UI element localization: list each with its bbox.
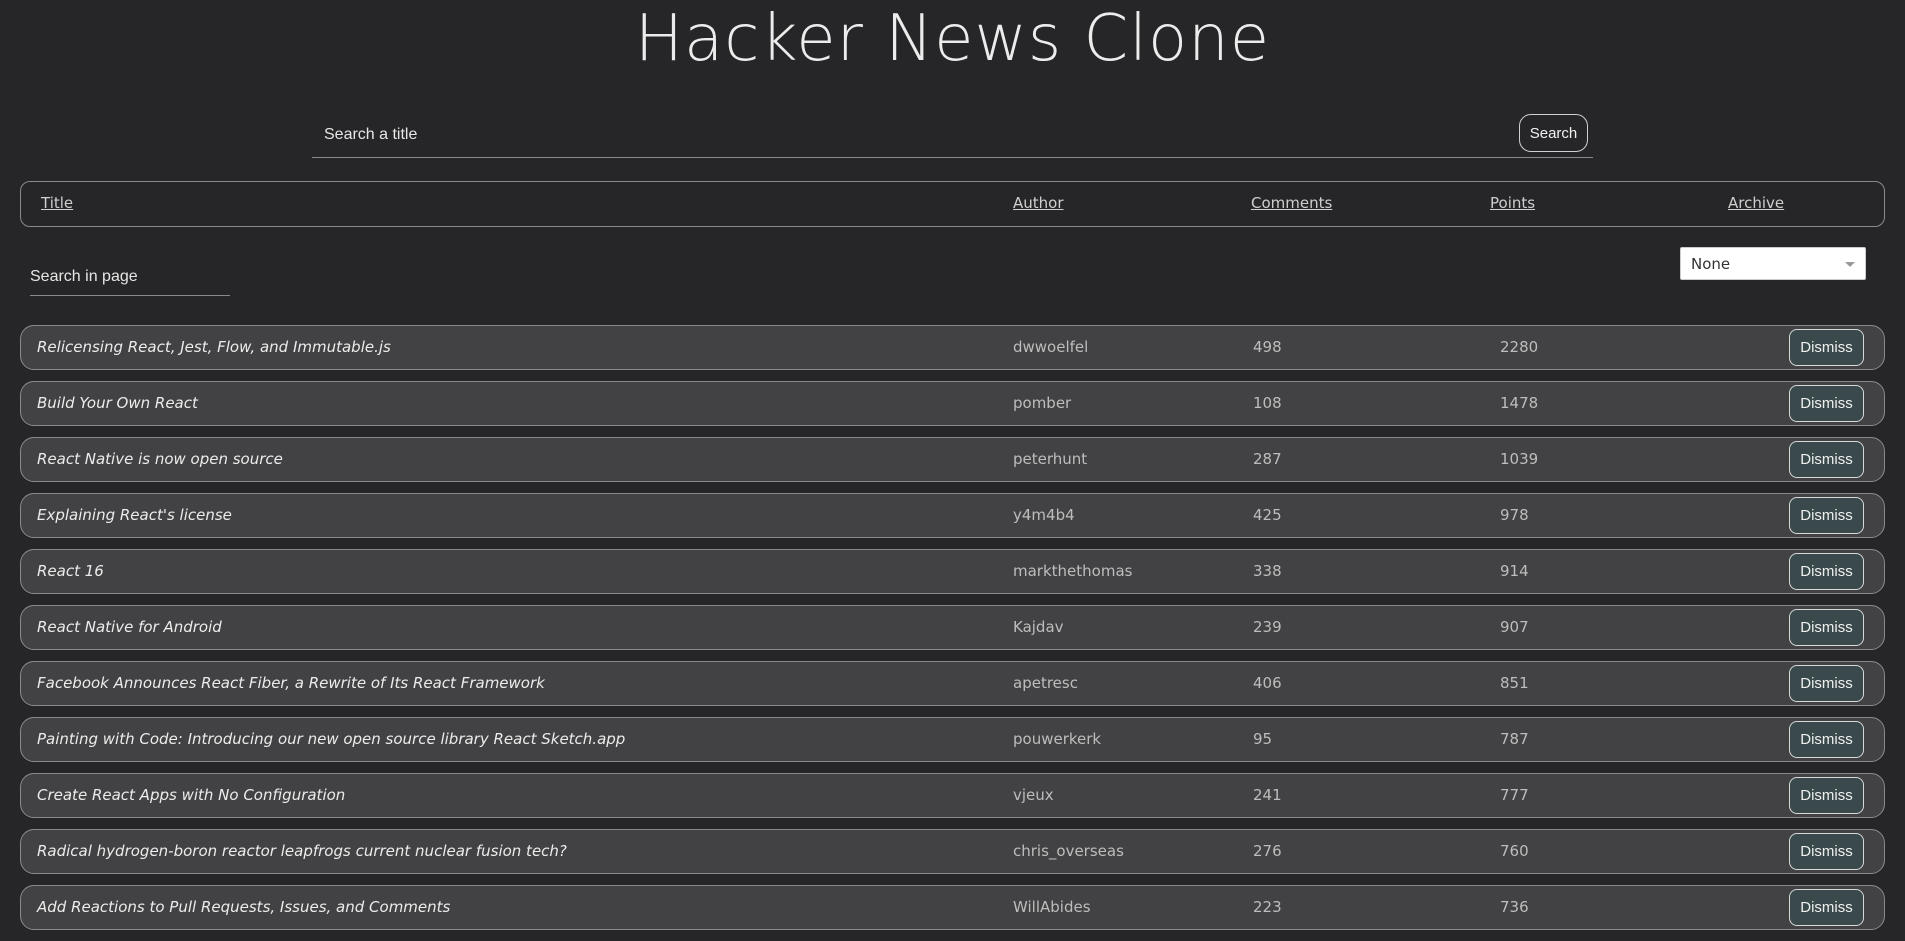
sort-select[interactable]: None <box>1680 247 1866 280</box>
story-points: 851 <box>1500 674 1529 692</box>
dismiss-button[interactable]: Dismiss <box>1789 553 1864 590</box>
story-row: React Native for Android Kajdav 239 907 … <box>20 605 1885 650</box>
dismiss-button[interactable]: Dismiss <box>1789 889 1864 926</box>
dismiss-button[interactable]: Dismiss <box>1789 665 1864 702</box>
story-author: Kajdav <box>1013 618 1064 636</box>
page-search <box>30 258 230 296</box>
page-title: Hacker News Clone <box>634 2 1271 76</box>
story-row: Create React Apps with No Configuration … <box>20 773 1885 818</box>
story-comments: 241 <box>1253 786 1282 804</box>
story-comments: 239 <box>1253 618 1282 636</box>
story-author: vjeux <box>1013 786 1054 804</box>
story-author: peterhunt <box>1013 450 1088 468</box>
story-author: dwwoelfel <box>1013 338 1089 356</box>
story-title[interactable]: Build Your Own React <box>37 394 198 412</box>
story-points: 1478 <box>1500 394 1539 412</box>
header-title-link[interactable]: Title <box>41 194 73 212</box>
story-title[interactable]: Radical hydrogen-boron reactor leapfrogs… <box>37 842 567 860</box>
story-author: WillAbides <box>1013 898 1091 916</box>
story-points: 978 <box>1500 506 1529 524</box>
dismiss-button[interactable]: Dismiss <box>1789 833 1864 870</box>
search-button[interactable]: Search <box>1519 114 1588 152</box>
story-points: 914 <box>1500 562 1529 580</box>
dismiss-button[interactable]: Dismiss <box>1789 385 1864 422</box>
header-author-link[interactable]: Author <box>1013 194 1064 212</box>
story-row: Build Your Own React pomber 108 1478 Dis… <box>20 381 1885 426</box>
story-comments: 223 <box>1253 898 1282 916</box>
story-list: Relicensing React, Jest, Flow, and Immut… <box>20 325 1885 941</box>
story-points: 907 <box>1500 618 1529 636</box>
story-row: Explaining React's license y4m4b4 425 97… <box>20 493 1885 538</box>
story-author: pouwerkerk <box>1013 730 1102 748</box>
story-title[interactable]: React Native for Android <box>37 618 222 636</box>
header-archive-link[interactable]: Archive <box>1728 194 1784 212</box>
story-points: 760 <box>1500 842 1529 860</box>
story-comments: 338 <box>1253 562 1282 580</box>
story-comments: 276 <box>1253 842 1282 860</box>
story-row: Facebook Announces React Fiber, a Rewrit… <box>20 661 1885 706</box>
story-author: y4m4b4 <box>1013 506 1075 524</box>
story-row: React 16 markthethomas 338 914 Dismiss <box>20 549 1885 594</box>
story-title[interactable]: React Native is now open source <box>37 450 283 468</box>
story-row: Add Reactions to Pull Requests, Issues, … <box>20 885 1885 930</box>
story-comments: 287 <box>1253 450 1282 468</box>
story-row: Relicensing React, Jest, Flow, and Immut… <box>20 325 1885 370</box>
header-comments-link[interactable]: Comments <box>1251 194 1332 212</box>
story-row: Radical hydrogen-boron reactor leapfrogs… <box>20 829 1885 874</box>
header-points-link[interactable]: Points <box>1490 194 1535 212</box>
story-title[interactable]: Explaining React's license <box>37 506 232 524</box>
story-comments: 95 <box>1253 730 1273 748</box>
story-points: 736 <box>1500 898 1529 916</box>
dismiss-button[interactable]: Dismiss <box>1789 721 1864 758</box>
story-points: 1039 <box>1500 450 1539 468</box>
story-author: apetresc <box>1013 674 1078 692</box>
story-row: Painting with Code: Introducing our new … <box>20 717 1885 762</box>
story-author: markthethomas <box>1013 562 1133 580</box>
story-row: React Native is now open source peterhun… <box>20 437 1885 482</box>
page-search-input[interactable] <box>30 262 230 292</box>
story-points: 787 <box>1500 730 1529 748</box>
search-bar: Search <box>312 108 1593 158</box>
story-comments: 498 <box>1253 338 1282 356</box>
dismiss-button[interactable]: Dismiss <box>1789 777 1864 814</box>
story-title[interactable]: React 16 <box>37 562 104 580</box>
table-header: Title Author Comments Points Archive <box>20 181 1885 227</box>
story-points: 2280 <box>1500 338 1539 356</box>
story-comments: 108 <box>1253 394 1282 412</box>
story-comments: 406 <box>1253 674 1282 692</box>
story-title[interactable]: Relicensing React, Jest, Flow, and Immut… <box>37 338 391 356</box>
story-author: chris_overseas <box>1013 842 1124 860</box>
chevron-down-icon <box>1845 262 1855 267</box>
dismiss-button[interactable]: Dismiss <box>1789 609 1864 646</box>
dismiss-button[interactable]: Dismiss <box>1789 441 1864 478</box>
story-points: 777 <box>1500 786 1529 804</box>
story-title[interactable]: Add Reactions to Pull Requests, Issues, … <box>37 898 450 916</box>
dismiss-button[interactable]: Dismiss <box>1789 329 1864 366</box>
story-author: pomber <box>1013 394 1072 412</box>
story-title[interactable]: Facebook Announces React Fiber, a Rewrit… <box>37 674 545 692</box>
story-title[interactable]: Create React Apps with No Configuration <box>37 786 345 804</box>
sort-select-value: None <box>1691 255 1731 273</box>
story-title[interactable]: Painting with Code: Introducing our new … <box>37 730 625 748</box>
story-comments: 425 <box>1253 506 1282 524</box>
search-input[interactable] <box>312 118 1512 152</box>
dismiss-button[interactable]: Dismiss <box>1789 497 1864 534</box>
